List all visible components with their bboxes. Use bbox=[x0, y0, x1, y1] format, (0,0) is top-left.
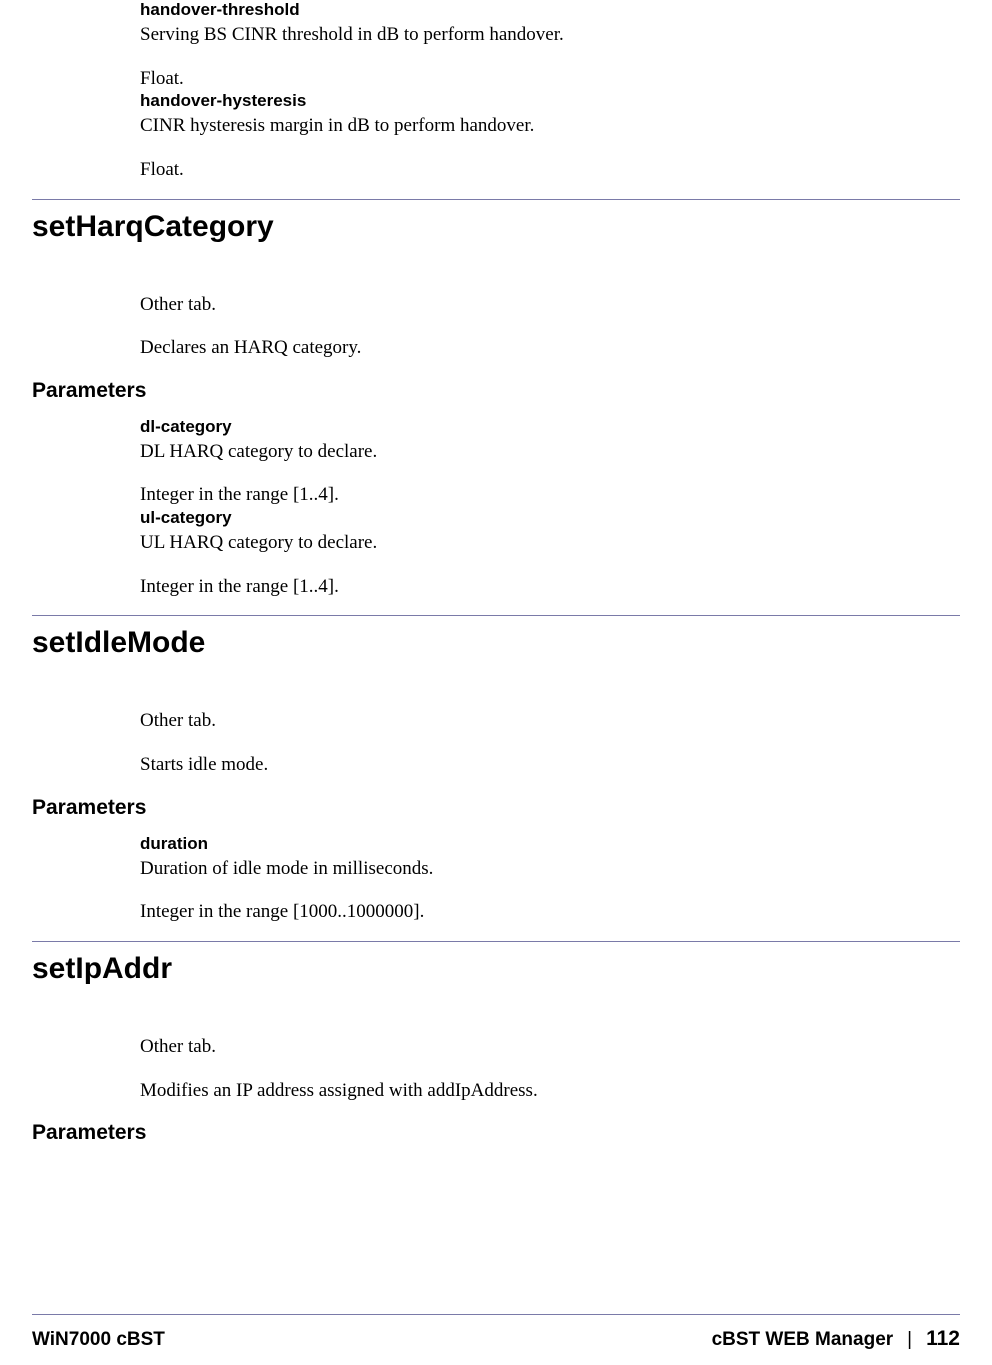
param-name: handover-threshold bbox=[140, 0, 960, 20]
section-divider bbox=[32, 615, 960, 616]
intro-line: Other tab. bbox=[140, 1034, 960, 1060]
param-type: Float. bbox=[140, 66, 960, 92]
param-type: Integer in the range [1..4]. bbox=[140, 574, 960, 600]
page-footer: WiN7000 cBST cBST WEB Manager | 112 bbox=[32, 1327, 960, 1351]
param-desc: DL HARQ category to declare. bbox=[140, 439, 960, 465]
param-name: duration bbox=[140, 834, 960, 854]
footer-page-number: 112 bbox=[926, 1327, 960, 1351]
section-title-setidlemode: setIdleMode bbox=[32, 626, 960, 660]
parameters-heading: Parameters bbox=[32, 379, 960, 403]
parameters-heading: Parameters bbox=[32, 796, 960, 820]
param-name: dl-category bbox=[140, 417, 960, 437]
intro-line: Declares an HARQ category. bbox=[140, 335, 960, 361]
footer-separator: | bbox=[907, 1329, 912, 1351]
param-type: Integer in the range [1..4]. bbox=[140, 482, 960, 508]
document-page: handover-threshold Serving BS CINR thres… bbox=[0, 0, 992, 1365]
param-type: Integer in the range [1000..1000000]. bbox=[140, 899, 960, 925]
intro-line: Other tab. bbox=[140, 708, 960, 734]
section-title-setipaddr: setIpAddr bbox=[32, 952, 960, 986]
param-type: Float. bbox=[140, 157, 960, 183]
param-desc: Duration of idle mode in milliseconds. bbox=[140, 856, 960, 882]
param-block: dl-category DL HARQ category to declare.… bbox=[140, 417, 960, 508]
parameters-heading: Parameters bbox=[32, 1121, 960, 1145]
document-content: handover-threshold Serving BS CINR thres… bbox=[0, 0, 992, 1159]
param-name: ul-category bbox=[140, 508, 960, 528]
section-divider bbox=[32, 941, 960, 942]
param-desc: Serving BS CINR threshold in dB to perfo… bbox=[140, 22, 960, 48]
intro-param-block-1: handover-hysteresis CINR hysteresis marg… bbox=[140, 91, 960, 182]
footer-right-label: cBST WEB Manager bbox=[712, 1329, 894, 1351]
section-intro: Other tab. Starts idle mode. bbox=[140, 708, 960, 777]
footer-divider bbox=[32, 1314, 960, 1315]
section-title-setharqcategory: setHarqCategory bbox=[32, 210, 960, 244]
section-intro: Other tab. Declares an HARQ category. bbox=[140, 292, 960, 361]
intro-line: Modifies an IP address assigned with add… bbox=[140, 1078, 960, 1104]
param-desc: UL HARQ category to declare. bbox=[140, 530, 960, 556]
param-desc: CINR hysteresis margin in dB to perform … bbox=[140, 113, 960, 139]
param-name: handover-hysteresis bbox=[140, 91, 960, 111]
section-divider bbox=[32, 199, 960, 200]
param-block: ul-category UL HARQ category to declare.… bbox=[140, 508, 960, 599]
param-block: duration Duration of idle mode in millis… bbox=[140, 834, 960, 925]
footer-left: WiN7000 cBST bbox=[32, 1329, 165, 1351]
intro-param-block-0: handover-threshold Serving BS CINR thres… bbox=[140, 0, 960, 91]
section-intro: Other tab. Modifies an IP address assign… bbox=[140, 1034, 960, 1103]
intro-line: Other tab. bbox=[140, 292, 960, 318]
footer-right: cBST WEB Manager | 112 bbox=[712, 1327, 960, 1351]
intro-line: Starts idle mode. bbox=[140, 752, 960, 778]
